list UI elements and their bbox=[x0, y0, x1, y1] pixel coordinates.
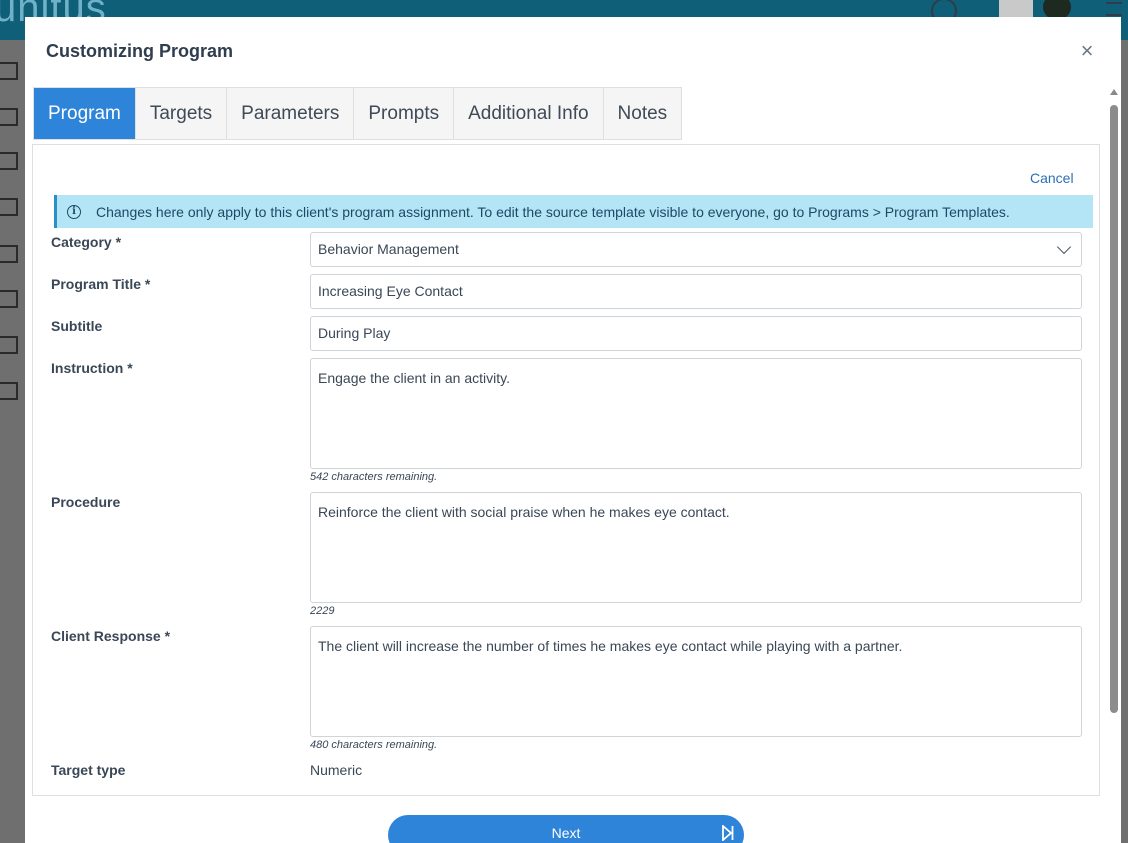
target-type-label: Target type bbox=[51, 762, 126, 778]
app-right-edge bbox=[1121, 40, 1128, 843]
chart-icon[interactable] bbox=[0, 62, 18, 80]
app-sidebar bbox=[0, 40, 25, 843]
program-title-input[interactable]: Increasing Eye Contact bbox=[310, 274, 1082, 309]
menu-icon[interactable] bbox=[1106, 2, 1122, 16]
modal-scrollbar[interactable] bbox=[1109, 89, 1119, 843]
procedure-hint: 2229 bbox=[310, 605, 335, 617]
user-edit-icon[interactable] bbox=[0, 245, 18, 263]
category-label: Category * bbox=[51, 234, 122, 250]
checkbox-icon[interactable] bbox=[0, 290, 18, 308]
program-panel: Cancel i Changes here only apply to this… bbox=[32, 144, 1100, 796]
building-icon[interactable] bbox=[0, 198, 18, 216]
scroll-up-icon[interactable] bbox=[1110, 89, 1118, 95]
info-icon: i bbox=[67, 204, 81, 219]
subtitle-input[interactable]: During Play bbox=[310, 316, 1082, 351]
tab-parameters[interactable]: Parameters bbox=[227, 88, 355, 139]
tab-prompts[interactable]: Prompts bbox=[354, 88, 455, 139]
trend-icon[interactable] bbox=[0, 382, 18, 400]
tab-targets[interactable]: Targets bbox=[135, 88, 228, 139]
chevron-down-icon bbox=[1056, 239, 1072, 255]
tab-notes[interactable]: Notes bbox=[603, 88, 682, 139]
puzzle-icon[interactable] bbox=[0, 108, 18, 126]
cancel-link[interactable]: Cancel bbox=[1030, 170, 1074, 186]
info-message: Changes here only apply to this client's… bbox=[96, 203, 1010, 220]
instruction-label: Instruction * bbox=[51, 360, 133, 376]
instruction-textarea[interactable]: Engage the client in an activity. bbox=[310, 358, 1082, 469]
category-select[interactable]: Behavior Management bbox=[310, 232, 1082, 267]
program-title-label: Program Title * bbox=[51, 276, 151, 292]
procedure-textarea[interactable]: Reinforce the client with social praise … bbox=[310, 492, 1082, 603]
scroll-thumb[interactable] bbox=[1110, 105, 1118, 713]
skip-next-icon bbox=[722, 825, 734, 841]
next-label: Next bbox=[551, 825, 581, 841]
briefcase-icon[interactable] bbox=[0, 152, 18, 170]
category-value: Behavior Management bbox=[318, 241, 459, 257]
customizing-program-modal: Customizing Program × Program Targets Pa… bbox=[25, 17, 1121, 843]
tab-additional-info[interactable]: Additional Info bbox=[454, 88, 604, 139]
modal-title: Customizing Program bbox=[46, 41, 234, 61]
target-type-value: Numeric bbox=[310, 762, 363, 778]
client-response-label: Client Response * bbox=[51, 628, 171, 644]
client-response-hint: 480 characters remaining. bbox=[310, 739, 438, 751]
instruction-hint: 542 characters remaining. bbox=[310, 471, 438, 483]
info-banner: i Changes here only apply to this client… bbox=[54, 195, 1093, 228]
next-button[interactable]: Next bbox=[388, 815, 744, 843]
tab-program[interactable]: Program bbox=[34, 88, 136, 139]
client-response-textarea[interactable]: The client will increase the number of t… bbox=[310, 626, 1082, 737]
tab-bar: Program Targets Parameters Prompts Addit… bbox=[33, 87, 683, 140]
subtitle-label: Subtitle bbox=[51, 318, 103, 334]
document-icon[interactable] bbox=[0, 336, 18, 354]
procedure-label: Procedure bbox=[51, 494, 121, 510]
close-icon[interactable]: × bbox=[1077, 40, 1097, 62]
